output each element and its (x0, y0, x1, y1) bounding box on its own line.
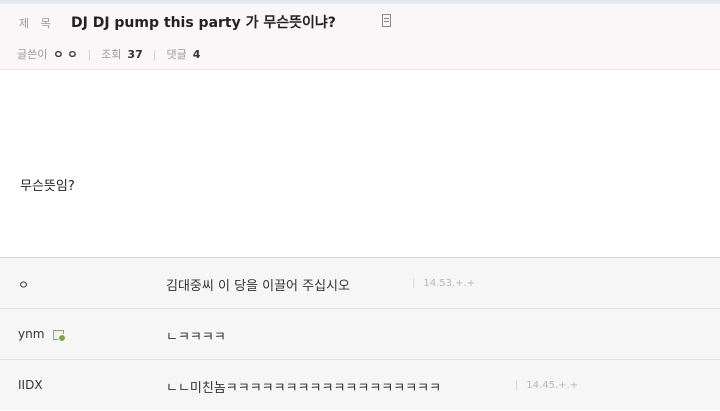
comment-time: | 14.53.+.+ (412, 278, 475, 289)
comments-count: 4 (192, 48, 201, 61)
time-divider: | (412, 278, 416, 289)
member-icon (53, 330, 67, 342)
post-body: 무슨뜻임? (20, 179, 75, 194)
comment-row: ㅇ 김대중씨 이 당을 이끌어 주십시오 | 14.53.+.+ (0, 257, 720, 308)
comment-timestamp: 14.45.+.+ (526, 380, 579, 391)
post-header: 제 목 DJ DJ pump this party 가 무슨뜻이냐? 글쓴이 ㅇ … (0, 0, 720, 70)
meta-divider: | (152, 48, 157, 61)
comment-author[interactable]: ㅇ (18, 276, 29, 293)
comment-row: IIDX ㄴㄴ미친놈ㅋㅋㅋㅋㅋㅋㅋㅋㅋㅋㅋㅋㅋㅋㅋㅋㅋㅋ | 14.45.+.+ (0, 359, 720, 410)
comments-label: 댓글 (166, 48, 187, 61)
post-title: DJ DJ pump this party 가 무슨뜻이냐? (71, 15, 336, 31)
views-count: 37 (127, 48, 143, 61)
comment-text: 김대중씨 이 당을 이끌어 주십시오 (166, 279, 350, 294)
comment-timestamp: 14.53.+.+ (423, 278, 476, 289)
post-meta: 글쓴이 ㅇ ㅇ | 조회 37 | 댓글 4 (17, 46, 200, 62)
author-name[interactable]: ㅇ ㅇ (53, 48, 77, 61)
views-label: 조회 (101, 48, 122, 61)
title-label: 제 목 (19, 17, 55, 30)
comment-list: ㅇ 김대중씨 이 당을 이끌어 주십시오 | 14.53.+.+ ynm ㄴㅋㅋㅋ… (0, 257, 720, 410)
document-icon[interactable] (382, 14, 391, 27)
author-label: 글쓴이 (17, 48, 48, 61)
comment-author[interactable]: ynm (18, 327, 67, 342)
time-divider: | (515, 380, 519, 391)
comment-author-name[interactable]: IIDX (18, 378, 43, 392)
comment-time: | 14.45.+.+ (515, 380, 578, 391)
top-divider (0, 1, 720, 4)
comment-row: ynm ㄴㅋㅋㅋㅋ (0, 308, 720, 359)
meta-divider: | (87, 48, 92, 61)
comment-author-name[interactable]: ynm (18, 327, 44, 341)
comment-text: ㄴㅋㅋㅋㅋ (166, 330, 226, 345)
comment-text: ㄴㄴ미친놈ㅋㅋㅋㅋㅋㅋㅋㅋㅋㅋㅋㅋㅋㅋㅋㅋㅋㅋ (166, 381, 442, 396)
comment-author[interactable]: IIDX (18, 378, 43, 392)
comment-author-name[interactable]: ㅇ (18, 276, 29, 293)
